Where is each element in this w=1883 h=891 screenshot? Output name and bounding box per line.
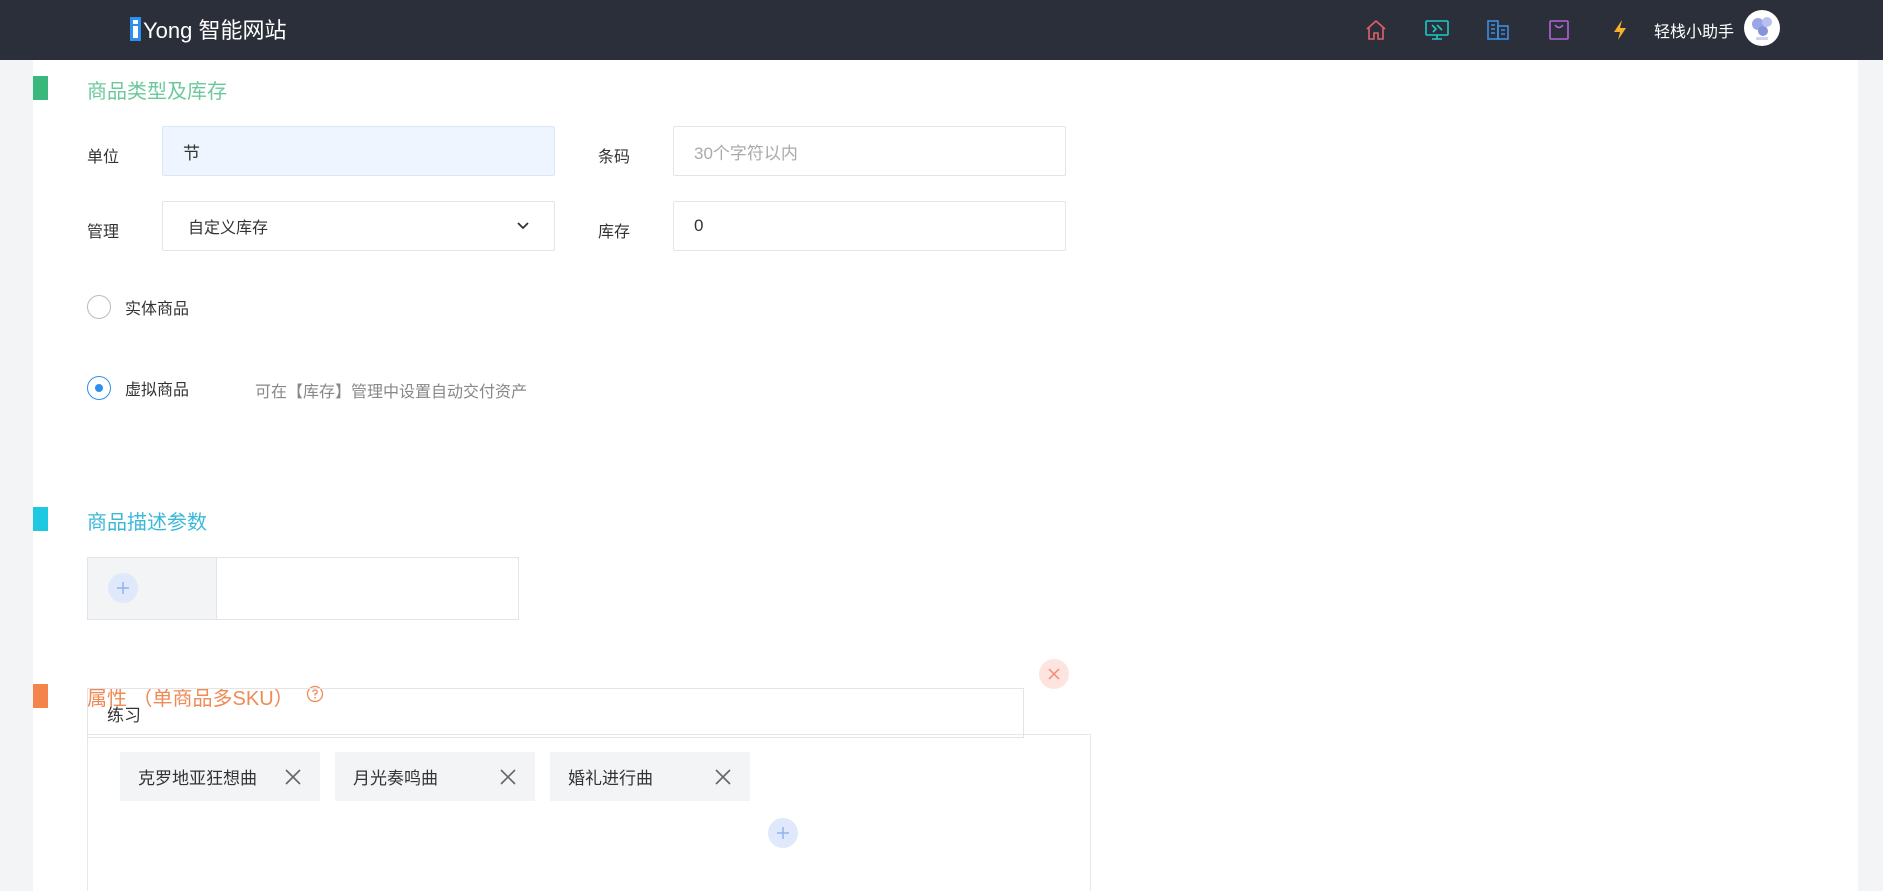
radio-physical-label: 实体商品 [125,301,190,318]
monitor-icon[interactable] [1423,16,1451,44]
virtual-hint: 可在【库存】管理中设置自动交付资产 [255,384,528,401]
close-icon[interactable] [499,768,517,786]
top-bar: Yong 智能网站 轻栈小助手 [0,0,1883,60]
section-marker [33,76,48,100]
attr-value-chip: 克罗地亚狂想曲 [120,752,320,801]
lightning-icon[interactable] [1606,16,1634,44]
logo-text: Yong 智能网站 [143,18,287,43]
avatar[interactable] [1744,10,1780,46]
home-icon[interactable] [1362,16,1390,44]
plus-icon [117,582,129,594]
manage-select[interactable]: 自定义库存 [162,201,555,251]
desc-param-value-cell[interactable] [217,558,518,619]
attr-value-chip: 月光奏鸣曲 [335,752,535,801]
logo[interactable]: Yong 智能网站 [130,14,286,44]
close-icon [1048,668,1060,680]
user-name[interactable]: 轻栈小助手 [1654,18,1734,42]
attr-value-label: 克罗地亚狂想曲 [138,769,257,788]
logo-icon [130,17,141,41]
chevron-down-icon [517,222,529,230]
attr-value-chip: 婚礼进行曲 [550,752,750,801]
radio-virtual-label: 虚拟商品 [125,382,190,399]
stock-label: 库存 [598,224,631,241]
add-param-button[interactable] [108,573,138,603]
radio-virtual[interactable]: 虚拟商品 [87,376,189,400]
remove-attr-button[interactable] [1039,659,1069,689]
attr-name-input[interactable]: 练习 [87,688,1024,738]
section-marker [33,507,48,531]
radio-physical[interactable]: 实体商品 [87,295,189,319]
attr-value-label: 月光奏鸣曲 [353,769,438,788]
manage-label: 管理 [87,224,120,241]
desc-param-key-cell [88,558,217,619]
bag-icon[interactable] [1545,16,1573,44]
barcode-label: 条码 [598,149,631,166]
unit-label: 单位 [87,149,120,166]
close-icon[interactable] [714,768,732,786]
section-title-desc: 商品描述参数 [87,512,207,534]
barcode-input[interactable]: 30个字符以内 [673,126,1066,176]
radio-virtual-button[interactable] [87,376,111,400]
section-title-stock: 商品类型及库存 [87,81,227,103]
manage-select-value: 自定义库存 [188,220,269,237]
unit-input[interactable]: 节 [162,126,555,176]
radio-physical-button[interactable] [87,295,111,319]
add-attr-value-button[interactable] [768,818,798,848]
stock-input[interactable]: 0 [673,201,1066,251]
plus-icon [777,827,789,839]
section-marker [33,684,48,708]
close-icon[interactable] [284,768,302,786]
desc-param-box [87,557,519,620]
attr-value-label: 婚礼进行曲 [568,769,653,788]
building-icon[interactable] [1484,16,1512,44]
